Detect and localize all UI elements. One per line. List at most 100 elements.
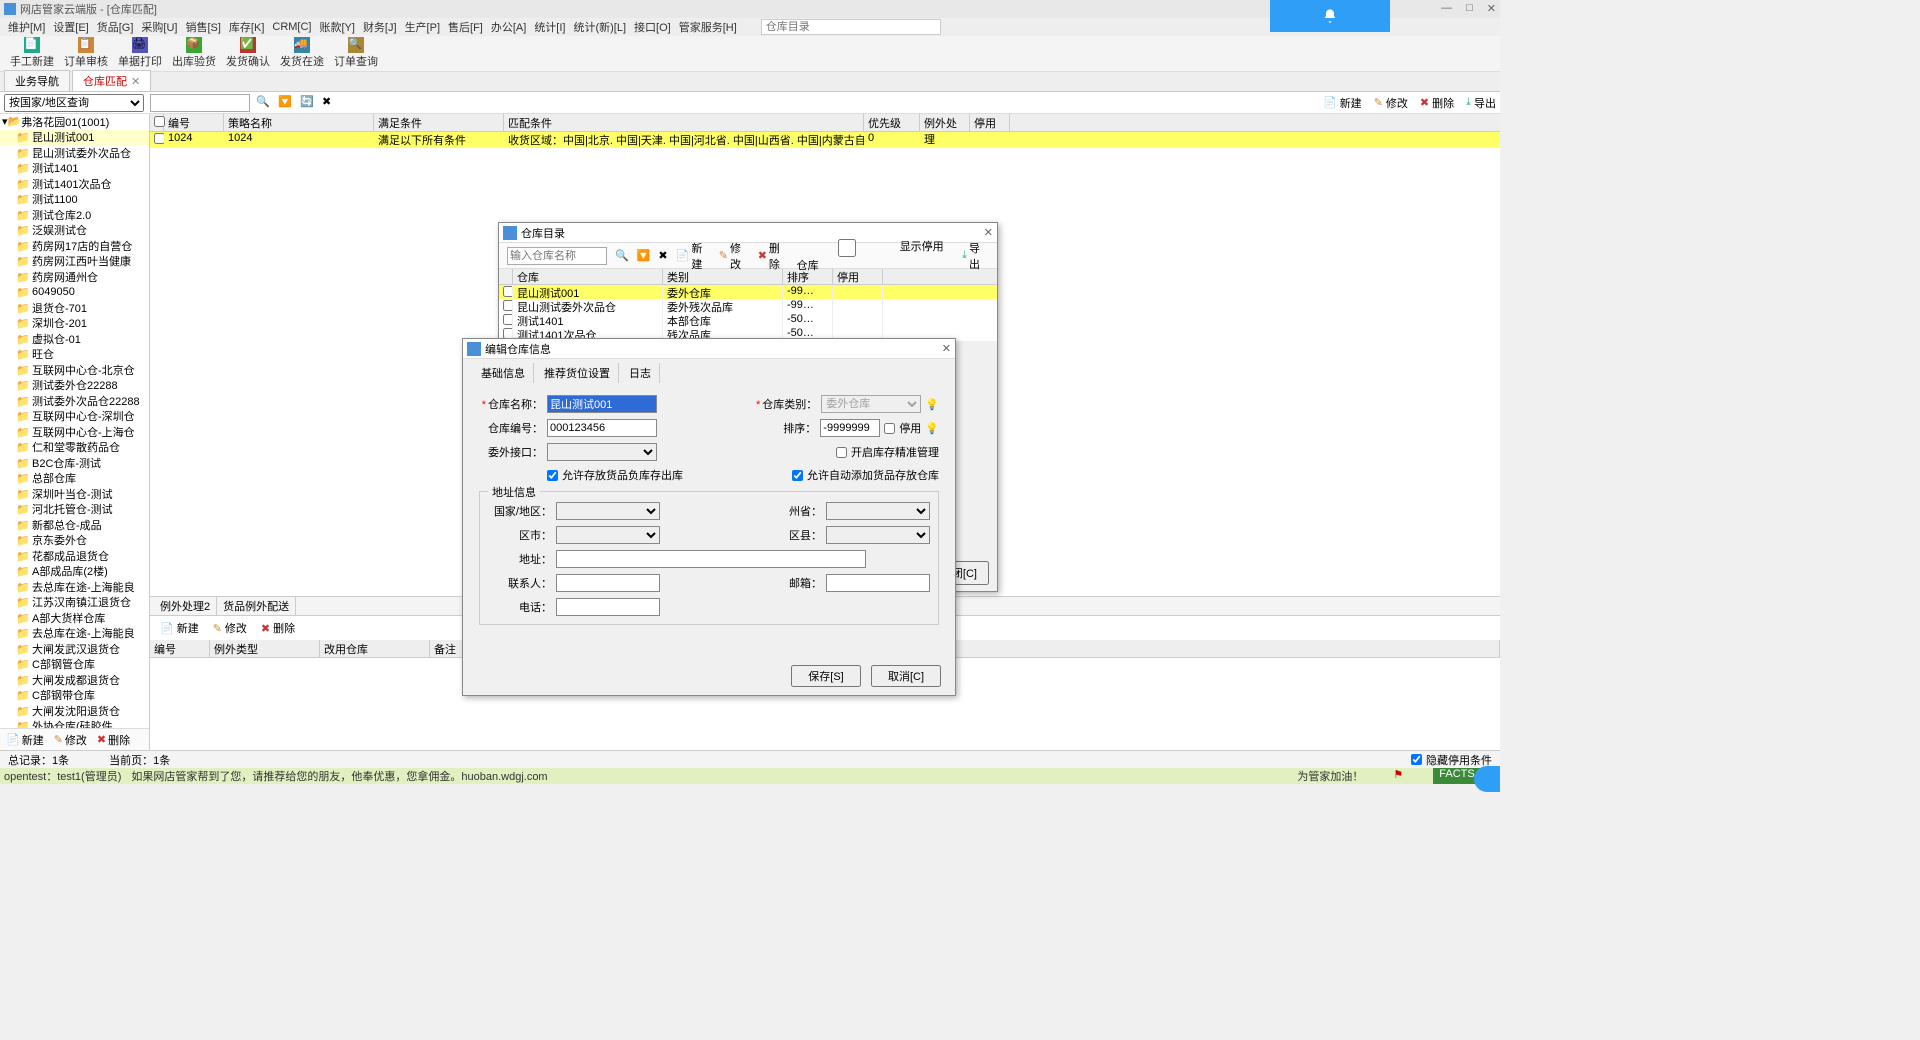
m1-new[interactable]: 📄新建 (676, 240, 711, 272)
tree-edit[interactable]: ✎修改 (54, 732, 87, 748)
m1-row[interactable]: 测试1401本部仓库-50… (499, 313, 997, 327)
filter-mode-select[interactable]: 按国家/地区查询 (4, 94, 144, 112)
tb-outbound[interactable]: 📦出库验货 (170, 37, 218, 69)
select-province[interactable] (826, 502, 930, 520)
window-max[interactable]: □ (1466, 2, 1473, 15)
hide-stopped-check[interactable] (1411, 754, 1422, 765)
menu-item[interactable]: 财务[J] (363, 19, 397, 35)
row-check[interactable] (154, 133, 164, 144)
tree-node[interactable]: 📁新都总仓-成品 (0, 517, 149, 533)
col-id[interactable]: 编号 (164, 114, 224, 131)
select-country[interactable] (556, 502, 660, 520)
low-edit[interactable]: ✎修改 (213, 620, 247, 636)
tree-node[interactable]: 📁河北托管仓-测试 (0, 502, 149, 518)
m1-edit[interactable]: ✎修改 (719, 240, 750, 272)
col-cond[interactable]: 满足条件 (374, 114, 504, 131)
m2-tab-slot[interactable]: 推荐货位设置 (536, 363, 619, 383)
tree-node[interactable]: 📁去总库在途-上海能良 (0, 626, 149, 642)
menu-item[interactable]: 接口[O] (634, 19, 671, 35)
select-district[interactable] (826, 526, 930, 544)
tree-node[interactable]: 📁药房网17店的自营仓 (0, 238, 149, 254)
menu-item[interactable]: 采购[U] (141, 19, 177, 35)
search-icon[interactable]: 🔍 (615, 249, 629, 262)
tree-node[interactable]: 📁测试委外仓22288 (0, 378, 149, 394)
m1-export[interactable]: ⤓导出 (962, 240, 989, 272)
menu-item[interactable]: 销售[S] (185, 19, 220, 35)
tree-node[interactable]: 📁去总库在途-上海能良 (0, 579, 149, 595)
input-name[interactable] (547, 395, 657, 413)
notification-box[interactable] (1270, 0, 1390, 32)
search-down-icon[interactable]: 🔽 (278, 95, 294, 111)
check-allow1[interactable] (547, 470, 558, 481)
col-priority[interactable]: 优先级 (864, 114, 920, 131)
menu-item[interactable]: 生产[P] (405, 19, 440, 35)
search-down-icon[interactable]: 🔽 (637, 249, 651, 262)
lower-tab-1[interactable]: 例外处理2 (154, 596, 217, 616)
tree-node[interactable]: 📁江苏汉南镇江退货仓 (0, 595, 149, 611)
menu-item[interactable]: 统计[I] (534, 19, 565, 35)
tree-new[interactable]: 📄新建 (6, 732, 44, 748)
dialog2-close-icon[interactable]: ✕ (942, 342, 951, 355)
grid-row[interactable]: 1024 1024 满足以下所有条件 收货区域：中国|北京. 中国|天津. 中国… (150, 132, 1500, 148)
tree-node[interactable]: 📁测试仓库2.0 (0, 207, 149, 223)
m2-tab-basic[interactable]: 基础信息 (473, 363, 534, 383)
tree-node[interactable]: 📁6049050 (0, 285, 149, 301)
dialog1-close-icon[interactable]: ✕ (984, 226, 993, 239)
tb-order-query[interactable]: 🔍订单查询 (332, 37, 380, 69)
m1-delete[interactable]: ✖删除 (758, 240, 789, 272)
help-button[interactable] (1474, 766, 1500, 792)
save-button[interactable]: 保存[S] (791, 665, 861, 687)
tree-node[interactable]: 📁总部仓库 (0, 471, 149, 487)
tree-root[interactable]: ▾📂 弗洛花园01(1001) (0, 114, 149, 130)
col-except[interactable]: 例外处理 (920, 114, 970, 131)
tab-warehouse-match[interactable]: 仓库匹配✕ (72, 70, 151, 91)
tb-manual-new[interactable]: 📄手工新建 (8, 37, 56, 69)
tree-node[interactable]: 📁互联网中心仓-北京仓 (0, 362, 149, 378)
clear-icon[interactable]: ✖ (322, 95, 338, 111)
tb-ship-confirm[interactable]: ✅发货确认 (224, 37, 272, 69)
low-delete[interactable]: ✖删除 (261, 620, 295, 636)
tab-nav[interactable]: 业务导航 (4, 70, 70, 91)
tree-node[interactable]: 📁A部成品库(2楼) (0, 564, 149, 580)
check-stop[interactable] (884, 423, 895, 434)
menu-item[interactable]: 货品[G] (97, 19, 134, 35)
tree-delete[interactable]: ✖删除 (97, 732, 130, 748)
menu-item[interactable]: 办公[A] (491, 19, 526, 35)
tree-node[interactable]: 📁花都成品退货仓 (0, 548, 149, 564)
tree-node[interactable]: 📁泛娱测试仓 (0, 223, 149, 239)
lower-tab-2[interactable]: 货品例外配送 (217, 596, 296, 616)
tree-node[interactable]: 📁A部大货样仓库 (0, 610, 149, 626)
tree-node[interactable]: 📁药房网江西叶当健康 (0, 254, 149, 270)
tree-node[interactable]: 📁深圳叶当仓-测试 (0, 486, 149, 502)
menu-item[interactable]: 账款[Y] (319, 19, 354, 35)
tree-node[interactable]: 📁C部钢带仓库 (0, 688, 149, 704)
tree-node[interactable]: 📁测试1401 (0, 161, 149, 177)
low-new[interactable]: 📄新建 (160, 620, 199, 636)
menu-item[interactable]: 管家服务[H] (679, 19, 737, 35)
tb-order-audit[interactable]: 📋订单审核 (62, 37, 110, 69)
status-promo[interactable]: 为管家加油！ (1297, 768, 1363, 784)
m1-row[interactable]: 昆山测试委外次品仓委外残次品库-99… (499, 299, 997, 313)
tree-node[interactable]: 📁大闸发成都退货仓 (0, 672, 149, 688)
window-min[interactable]: — (1441, 2, 1452, 15)
select-type[interactable]: 委外仓库 (821, 395, 921, 413)
lcol-type[interactable]: 例外类型 (210, 640, 320, 657)
m1-search[interactable] (507, 247, 607, 265)
m1-grid[interactable]: 仓库 类别 排序 停用 昆山测试001委外仓库-99… 昆山测试委外次品仓委外残… (499, 269, 997, 341)
col-strategy[interactable]: 策略名称 (224, 114, 374, 131)
clear-icon[interactable]: ✖ (658, 249, 667, 262)
input-code[interactable] (547, 419, 657, 437)
tree-node[interactable]: 📁药房网通州仓 (0, 269, 149, 285)
check-precise[interactable] (836, 447, 847, 458)
input-contact[interactable] (556, 574, 660, 592)
select-wint[interactable] (547, 443, 657, 461)
tree-node[interactable]: 📁大闸发武汉退货仓 (0, 641, 149, 657)
m1-row[interactable]: 昆山测试001委外仓库-99… (499, 285, 997, 299)
tree-node[interactable]: 📁大闸发沈阳退货仓 (0, 703, 149, 719)
menu-item[interactable]: 售后[F] (448, 19, 483, 35)
top-delete[interactable]: ✖删除 (1420, 95, 1454, 111)
top-export[interactable]: ⤓导出 (1466, 95, 1496, 111)
tree-node[interactable]: 📁虚拟仓-01 (0, 331, 149, 347)
tree-node[interactable]: 📁京东委外仓 (0, 533, 149, 549)
tree-node[interactable]: 📁旺仓 (0, 347, 149, 363)
